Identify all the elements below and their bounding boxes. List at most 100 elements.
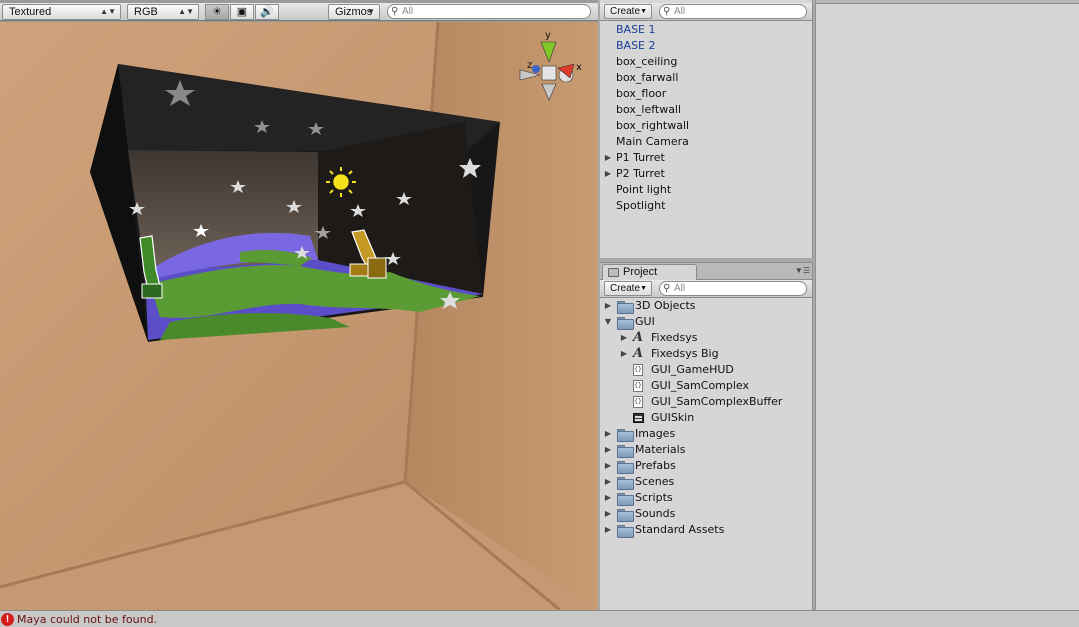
gizmos-dropdown[interactable]: Gizmos ▼ — [328, 4, 380, 20]
expand-arrow-icon[interactable]: ▶ — [619, 346, 629, 362]
font-icon: A — [633, 330, 644, 345]
font-icon: A — [633, 346, 644, 361]
status-bar[interactable]: ! Maya could not be found. — [0, 610, 1079, 627]
expand-arrow-icon[interactable]: ▶ — [603, 426, 613, 442]
project-item-label: Materials — [635, 443, 686, 456]
project-item[interactable]: ▶ 3D Objects — [600, 298, 812, 314]
scene-view-panel: Textured ▲▼ RGB ▲▼ ☀ ▣ 🔊 Gizmos ▼ ⚲ All — [0, 0, 598, 610]
scene-search-placeholder: All — [402, 6, 414, 17]
expand-arrow-icon[interactable]: ▶ — [603, 474, 613, 490]
tab-project[interactable]: Project — [602, 264, 697, 280]
hierarchy-item-label: Point light — [616, 183, 672, 196]
hierarchy-item[interactable]: box_floor — [600, 86, 812, 102]
project-item[interactable]: ▶ Scenes — [600, 474, 812, 490]
project-item-label: Prefabs — [635, 459, 676, 472]
project-create-button[interactable]: Create ▼ — [604, 281, 652, 296]
hierarchy-item[interactable]: Spotlight — [600, 198, 812, 214]
project-item[interactable]: ▶ Scripts — [600, 490, 812, 506]
error-icon: ! — [1, 613, 14, 626]
project-item[interactable]: ▶ A Fixedsys Big — [600, 346, 812, 362]
hierarchy-item-label: Spotlight — [616, 199, 666, 212]
center-cube[interactable] — [541, 65, 557, 81]
expand-arrow-icon[interactable]: ▶ — [603, 506, 613, 522]
scene-lighting-toggle[interactable]: ☀ — [205, 4, 229, 20]
scene-viewport[interactable]: y z x — [0, 22, 598, 610]
script-icon: {} — [633, 380, 643, 392]
project-item[interactable]: ▶ Images — [600, 426, 812, 442]
project-item[interactable]: ▶ A Fixedsys — [600, 330, 812, 346]
hierarchy-item[interactable]: box_ceiling — [600, 54, 812, 70]
scene-overlay-toggle[interactable]: ▣ — [230, 4, 254, 20]
render-mode-label: Textured — [9, 6, 52, 18]
search-icon: ⚲ — [663, 283, 671, 294]
hierarchy-item[interactable]: box_farwall — [600, 70, 812, 86]
hierarchy-search-input[interactable]: ⚲ All — [659, 4, 807, 19]
hierarchy-item-label: box_farwall — [616, 71, 679, 84]
project-item-label: Scenes — [635, 475, 675, 488]
updown-arrow-icon: ▲▼ — [100, 7, 116, 16]
script-icon: {} — [633, 364, 643, 376]
hierarchy-item[interactable]: BASE 1 — [600, 22, 812, 38]
project-item[interactable]: GUISkin — [600, 410, 812, 426]
hierarchy-item[interactable]: BASE 2 — [600, 38, 812, 54]
project-item-label: Fixedsys — [651, 331, 698, 344]
hierarchy-item[interactable]: Main Camera — [600, 134, 812, 150]
hierarchy-panel: Create ▼ ⚲ All BASE 1 BASE 2 box_ceiling bo… — [600, 0, 813, 258]
color-mode-dropdown[interactable]: RGB ▲▼ — [127, 4, 199, 20]
panel-menu-icon[interactable]: ▼☰ — [795, 266, 810, 275]
project-item-label: GUI — [635, 315, 655, 328]
folder-icon — [617, 429, 634, 442]
expand-arrow-icon[interactable]: ▶ — [603, 150, 613, 166]
expand-arrow-icon[interactable]: ▶ — [603, 166, 613, 182]
guiskin-icon — [633, 413, 644, 423]
unity-editor-window: Textured ▲▼ RGB ▲▼ ☀ ▣ 🔊 Gizmos ▼ ⚲ All — [0, 0, 1079, 627]
render-mode-dropdown[interactable]: Textured ▲▼ — [2, 4, 121, 20]
hierarchy-item-label: BASE 2 — [616, 39, 656, 52]
folder-icon — [608, 268, 619, 277]
hierarchy-item[interactable]: box_leftwall — [600, 102, 812, 118]
project-item[interactable]: ▶ Sounds — [600, 506, 812, 522]
project-toolbar: Create ▼ ⚲ All — [600, 280, 812, 298]
folder-icon — [617, 477, 634, 490]
project-search-input[interactable]: ⚲ All — [659, 281, 807, 296]
project-item-label: Fixedsys Big — [651, 347, 719, 360]
expand-arrow-icon[interactable]: ▶ — [603, 298, 613, 314]
scene-search-input[interactable]: ⚲ All — [387, 4, 591, 19]
project-item[interactable]: ▶ Standard Assets — [600, 522, 812, 538]
project-item[interactable]: {} GUI_GameHUD — [600, 362, 812, 378]
chevron-down-icon: ▼ — [640, 8, 647, 15]
hierarchy-search-placeholder: All — [674, 6, 686, 17]
project-item[interactable]: ▼ GUI — [600, 314, 812, 330]
hierarchy-item[interactable]: ▶ P2 Turret — [600, 166, 812, 182]
hierarchy-item[interactable]: box_rightwall — [600, 118, 812, 134]
project-item[interactable]: {} GUI_SamComplexBuffer — [600, 394, 812, 410]
collapse-arrow-icon[interactable]: ▼ — [603, 314, 613, 330]
inspector-panel — [815, 0, 1079, 610]
chevron-down-icon: ▼ — [640, 285, 647, 292]
project-item-label: Sounds — [635, 507, 676, 520]
speaker-icon: 🔊 — [260, 6, 274, 18]
project-item-label: GUI_SamComplexBuffer — [651, 395, 783, 408]
project-item-label: Scripts — [635, 491, 673, 504]
project-item[interactable]: {} GUI_SamComplex — [600, 378, 812, 394]
project-item[interactable]: ▶ Prefabs — [600, 458, 812, 474]
x-axis-label: x — [576, 62, 582, 73]
expand-arrow-icon[interactable]: ▶ — [603, 490, 613, 506]
folder-icon — [617, 317, 634, 330]
hierarchy-item-label: P1 Turret — [616, 151, 665, 164]
hierarchy-item-label: P2 Turret — [616, 167, 665, 180]
scene-audio-toggle[interactable]: 🔊 — [255, 4, 279, 20]
project-item-label: Standard Assets — [635, 523, 725, 536]
sun-icon: ☀ — [212, 6, 222, 18]
expand-arrow-icon[interactable]: ▶ — [603, 522, 613, 538]
expand-arrow-icon[interactable]: ▶ — [603, 458, 613, 474]
expand-arrow-icon[interactable]: ▶ — [619, 330, 629, 346]
project-item[interactable]: ▶ Materials — [600, 442, 812, 458]
hierarchy-create-button[interactable]: Create ▼ — [604, 4, 652, 19]
y-axis-label: y — [545, 30, 551, 41]
hierarchy-item[interactable]: ▶ P1 Turret — [600, 150, 812, 166]
expand-arrow-icon[interactable]: ▶ — [603, 442, 613, 458]
chevron-down-icon: ▼ — [367, 7, 375, 16]
status-message: Maya could not be found. — [17, 613, 158, 626]
hierarchy-item[interactable]: Point light — [600, 182, 812, 198]
